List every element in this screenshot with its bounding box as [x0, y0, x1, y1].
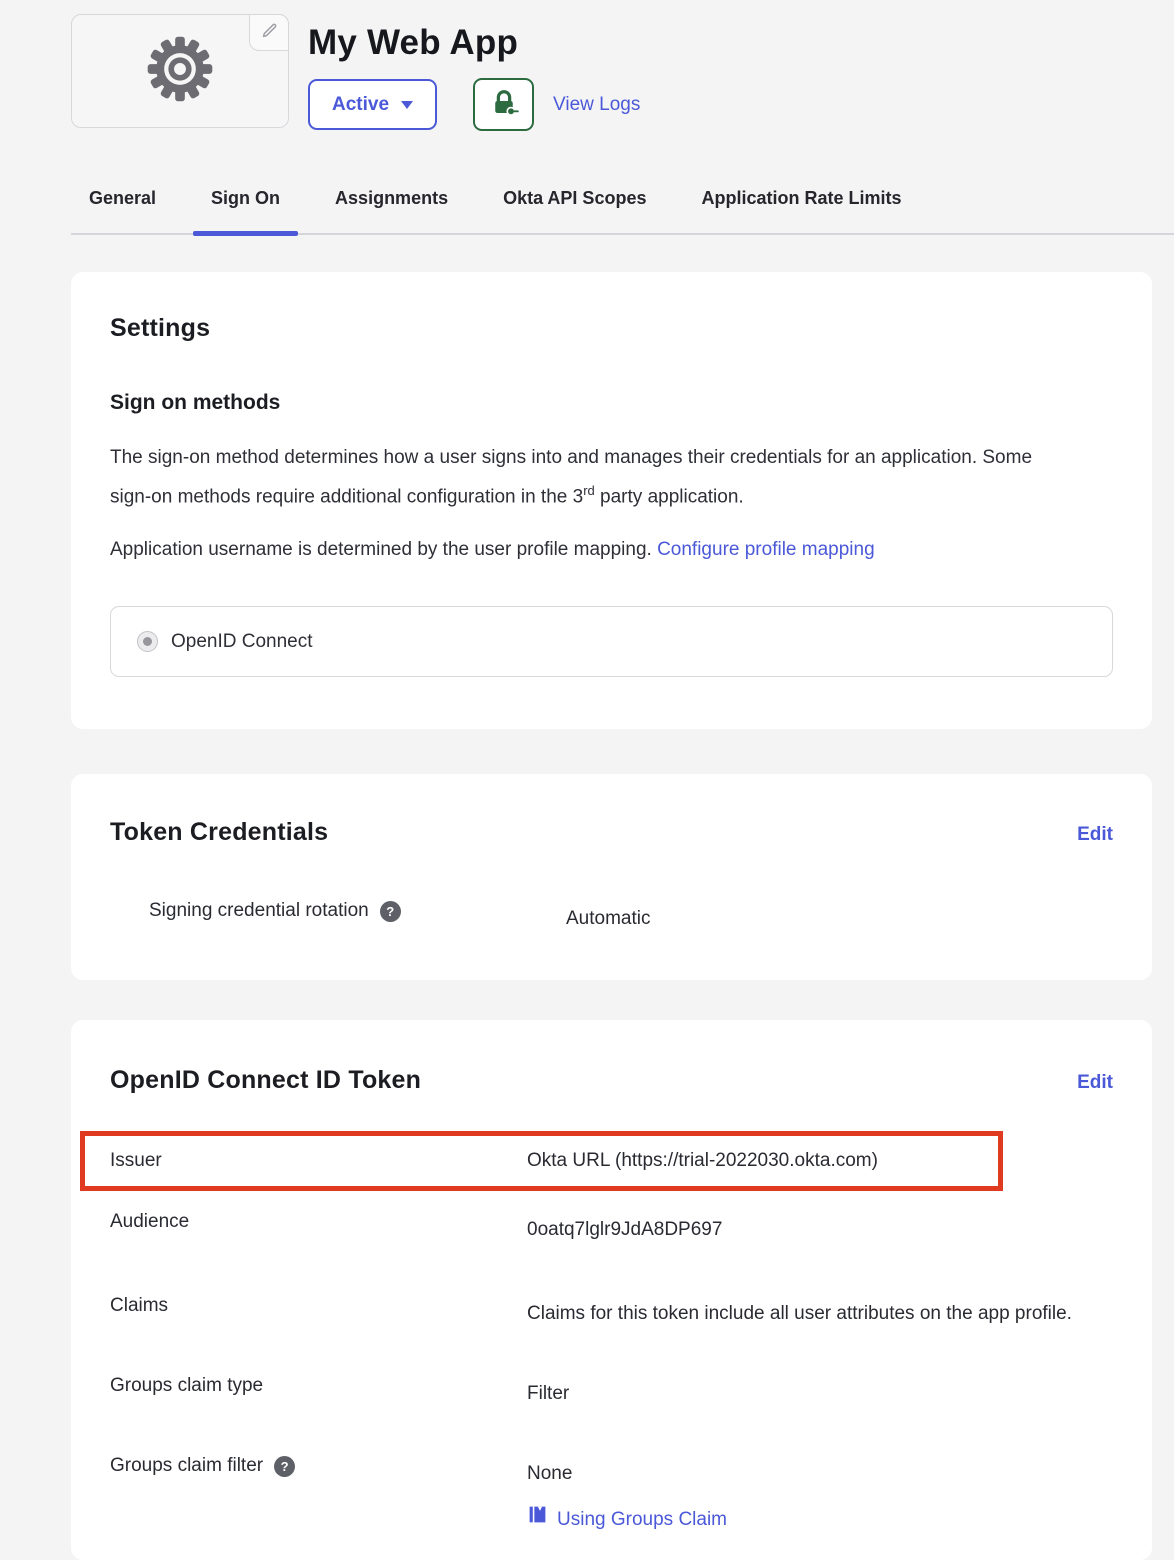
token-credentials-edit-link[interactable]: Edit — [1077, 824, 1113, 846]
pencil-icon — [260, 21, 279, 45]
signing-credential-rotation-label: Signing credential rotation — [149, 900, 369, 922]
issuer-value: Okta URL (https://trial-2022030.okta.com… — [527, 1142, 998, 1180]
tab-okta-api-scopes[interactable]: Okta API Scopes — [485, 188, 664, 233]
tab-general[interactable]: General — [71, 188, 174, 233]
token-credentials-title: Token Credentials — [110, 818, 328, 847]
app-tabs: General Sign On Assignments Okta API Sco… — [71, 188, 1174, 235]
id-token-card: OpenID Connect ID Token Edit Issuer Okta… — [71, 1020, 1152, 1560]
username-text: Application username is determined by th… — [110, 539, 657, 560]
audience-row: Audience 0oatq7lglr9JdA8DP697 — [71, 1211, 1152, 1249]
description-text-end: party application. — [595, 486, 744, 507]
groups-claim-filter-label: Groups claim filter — [110, 1455, 263, 1477]
audience-label: Audience — [110, 1211, 189, 1233]
issuer-label: Issuer — [110, 1150, 162, 1172]
using-groups-claim-link[interactable]: Using Groups Claim — [557, 1501, 727, 1539]
description-text: The sign-on method determines how a user… — [110, 447, 1032, 507]
id-token-edit-link[interactable]: Edit — [1077, 1072, 1113, 1094]
tab-assignments[interactable]: Assignments — [317, 188, 466, 233]
ordinal-superscript: rd — [583, 483, 595, 498]
page-title: My Web App — [308, 23, 640, 63]
edit-logo-button[interactable] — [249, 14, 289, 51]
openid-connect-radio[interactable] — [137, 631, 158, 652]
app-status-dropdown[interactable]: Active — [308, 79, 437, 130]
lock-key-icon — [489, 88, 519, 121]
app-header: My Web App Active View Logs — [0, 0, 1174, 131]
openid-connect-label: OpenID Connect — [171, 631, 313, 653]
sign-on-policy-button[interactable] — [473, 78, 534, 131]
groups-claim-filter-value: None — [527, 1455, 1113, 1493]
issuer-row-highlight: Issuer Okta URL (https://trial-2022030.o… — [80, 1131, 1003, 1191]
groups-claim-type-value: Filter — [527, 1375, 1113, 1413]
settings-title: Settings — [110, 314, 1113, 343]
audience-value: 0oatq7lglr9JdA8DP697 — [527, 1211, 1113, 1249]
signing-credential-rotation-value: Automatic — [566, 900, 1074, 938]
gear-icon — [146, 35, 214, 108]
chevron-down-icon — [401, 101, 413, 109]
tab-application-rate-limits[interactable]: Application Rate Limits — [683, 188, 919, 233]
help-icon[interactable]: ? — [380, 901, 401, 922]
tab-sign-on[interactable]: Sign On — [193, 188, 298, 233]
groups-claim-filter-row: Groups claim filter ? None Using Groups … — [71, 1455, 1152, 1539]
configure-profile-mapping-link[interactable]: Configure profile mapping — [657, 539, 875, 560]
claims-value: Claims for this token include all user a… — [527, 1295, 1113, 1333]
claims-label: Claims — [110, 1295, 168, 1317]
status-label: Active — [332, 94, 389, 116]
groups-claim-type-label: Groups claim type — [110, 1375, 263, 1397]
username-mapping-text: Application username is determined by th… — [110, 533, 1060, 566]
claims-row: Claims Claims for this token include all… — [71, 1295, 1152, 1333]
signing-credential-rotation-row: Signing credential rotation ? Automatic — [110, 900, 1113, 938]
help-icon[interactable]: ? — [274, 1456, 295, 1477]
settings-card: Settings Sign on methods The sign-on met… — [71, 272, 1152, 729]
view-logs-link[interactable]: View Logs — [553, 94, 640, 116]
sign-on-methods-description: The sign-on method determines how a user… — [110, 441, 1060, 513]
sign-on-method-option: OpenID Connect — [110, 606, 1113, 677]
groups-claim-type-row: Groups claim type Filter — [71, 1375, 1152, 1413]
book-icon — [527, 1501, 548, 1539]
app-logo — [71, 14, 289, 128]
sign-on-methods-title: Sign on methods — [110, 391, 1113, 415]
id-token-title: OpenID Connect ID Token — [110, 1066, 421, 1095]
token-credentials-card: Token Credentials Edit Signing credentia… — [71, 774, 1152, 980]
